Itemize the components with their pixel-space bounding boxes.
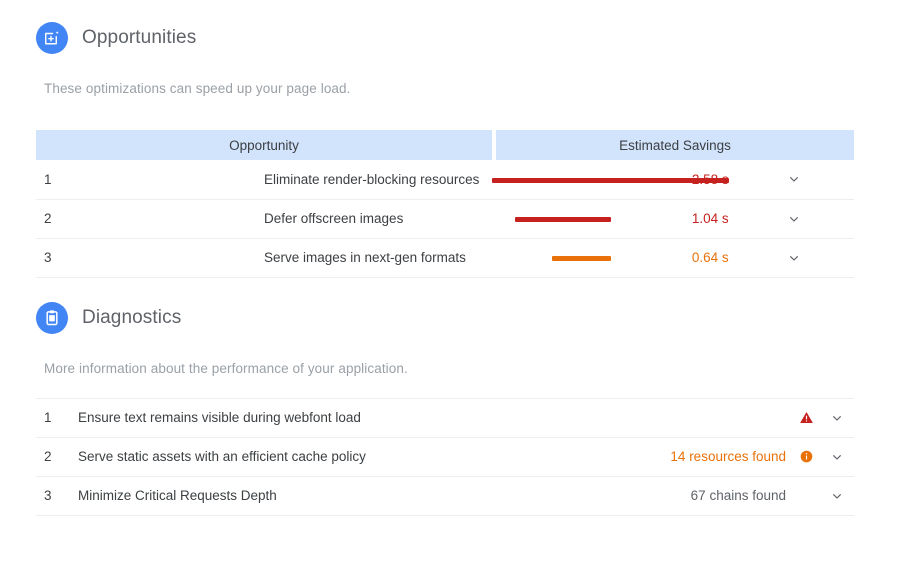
table-row[interactable]: 3 Minimize Critical Requests Depth 67 ch…: [36, 476, 854, 516]
opportunities-section-header: Opportunities: [0, 22, 904, 54]
expand-row-button[interactable]: [820, 437, 854, 477]
opportunity-name[interactable]: Eliminate render-blocking resources: [264, 160, 492, 200]
row-index: 3: [36, 238, 264, 278]
opportunity-name[interactable]: Serve images in next-gen formats: [264, 238, 492, 278]
row-index: 1: [36, 398, 78, 438]
diagnostics-table-body: 1 Ensure text remains visible during web…: [36, 398, 854, 516]
clipboard-icon: [36, 301, 68, 334]
opportunity-page-add-icon: [36, 22, 68, 54]
table-row[interactable]: 1 Eliminate render-blocking resources 2.…: [36, 160, 854, 200]
row-index: 2: [36, 437, 78, 477]
opportunities-table: Opportunity Estimated Savings 1 Eliminat…: [36, 130, 854, 278]
info-circle-icon: [799, 449, 815, 465]
diagnostics-title-spacer: [0, 334, 904, 361]
expand-row-button[interactable]: [734, 238, 854, 278]
diagnostic-name[interactable]: Serve static assets with an efficient ca…: [78, 437, 436, 477]
savings-bar-cell: [492, 238, 616, 278]
chevron-down-icon[interactable]: [829, 449, 845, 465]
chevron-down-icon[interactable]: [786, 211, 802, 227]
diagnostic-value: 67 chains found: [436, 476, 794, 516]
status-badge: [794, 476, 820, 516]
status-badge: [794, 398, 820, 438]
savings-bar-cell: [492, 199, 616, 239]
expand-row-button[interactable]: [734, 160, 854, 200]
opportunity-name[interactable]: Defer offscreen images: [264, 199, 492, 239]
diagnostics-subtitle: More information about the performance o…: [44, 360, 408, 376]
opportunities-table-header-row: Opportunity Estimated Savings: [36, 130, 854, 160]
diagnostic-value: [436, 398, 794, 438]
table-row[interactable]: 2 Defer offscreen images 1.04 s: [36, 199, 854, 239]
row-index: 2: [36, 199, 264, 239]
expand-row-button[interactable]: [820, 476, 854, 516]
top-spacer: [0, 0, 904, 22]
section-gap-spacer: [0, 278, 904, 302]
row-index: 1: [36, 160, 264, 200]
chevron-down-icon[interactable]: [786, 250, 802, 266]
warning-triangle-icon: [799, 410, 815, 426]
row-index: 3: [36, 476, 78, 516]
expand-row-button[interactable]: [820, 398, 854, 438]
opportunities-title-spacer: [0, 54, 904, 81]
opportunities-subtitle-spacer: [0, 96, 904, 130]
savings-bar: [515, 216, 612, 222]
savings-bar: [552, 255, 612, 261]
diagnostic-value: 14 resources found: [436, 437, 794, 477]
column-header-opportunity: Opportunity: [36, 130, 492, 160]
diagnostic-name[interactable]: Minimize Critical Requests Depth: [78, 476, 436, 516]
table-row[interactable]: 1 Ensure text remains visible during web…: [36, 398, 854, 438]
table-row[interactable]: 2 Serve static assets with an efficient …: [36, 437, 854, 477]
opportunities-table-body: 1 Eliminate render-blocking resources 2.…: [36, 160, 854, 278]
savings-bar-cell: [492, 160, 729, 200]
chevron-down-icon[interactable]: [829, 488, 845, 504]
diagnostics-table: 1 Ensure text remains visible during web…: [36, 397, 854, 516]
column-header-estimated-savings: Estimated Savings: [496, 130, 854, 160]
lighthouse-report-panel: Opportunities These optimizations can sp…: [0, 0, 904, 561]
diagnostics-section-header: Diagnostics: [0, 301, 904, 334]
savings-value: 0.64 s: [615, 238, 735, 278]
opportunities-subtitle: These optimizations can speed up your pa…: [44, 81, 351, 96]
opportunities-title: Opportunities: [82, 27, 197, 48]
diagnostics-subtitle-spacer: [0, 376, 904, 398]
chevron-down-icon[interactable]: [786, 171, 802, 187]
diagnostic-name[interactable]: Ensure text remains visible during webfo…: [78, 398, 436, 438]
expand-row-button[interactable]: [734, 199, 854, 239]
table-row[interactable]: 3 Serve images in next-gen formats 0.64 …: [36, 238, 854, 278]
chevron-down-icon[interactable]: [829, 410, 845, 426]
diagnostics-title: Diagnostics: [82, 306, 182, 328]
status-badge: [794, 437, 820, 477]
savings-value: 1.04 s: [615, 199, 735, 239]
